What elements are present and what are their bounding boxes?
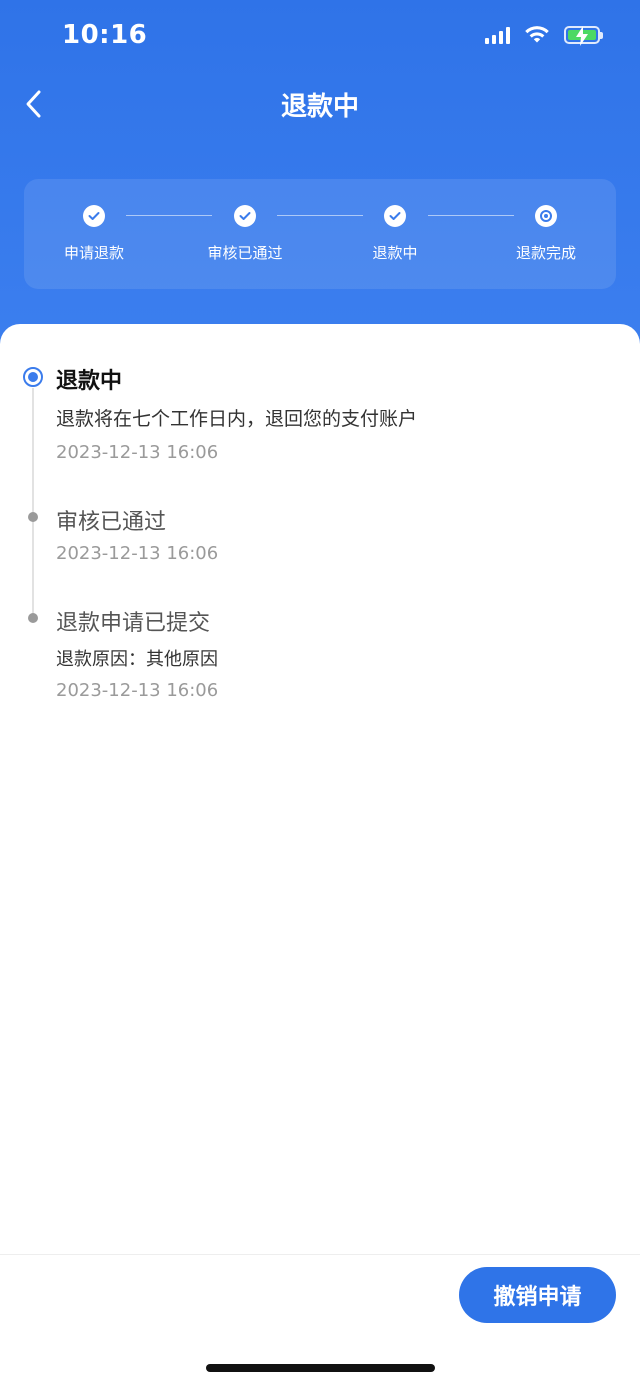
refund-progress-screen: 10:16 退款中 申请退款 审核已通过 退款中 退款完成 退款中 退款将在七个… bbox=[0, 0, 640, 1385]
check-icon bbox=[234, 205, 256, 227]
step-apply-refund: 申请退款 bbox=[24, 205, 164, 263]
timeline-title: 审核已通过 bbox=[56, 510, 167, 535]
timeline-description: 退款将在七个工作日内，退回您的支付账户 bbox=[56, 408, 418, 430]
battery-charging-icon bbox=[564, 26, 603, 46]
page-title: 退款中 bbox=[280, 92, 359, 122]
cellular-signal-icon bbox=[485, 26, 510, 44]
timeline-time: 2023-12-13 16:06 bbox=[56, 543, 219, 564]
timeline-description: 退款原因：其他原因 bbox=[56, 649, 218, 670]
cancel-application-button[interactable]: 撤销申请 bbox=[459, 1267, 616, 1323]
step-label: 审核已通过 bbox=[207, 244, 283, 262]
home-indicator bbox=[206, 1364, 435, 1372]
step-label: 退款完成 bbox=[515, 244, 576, 262]
status-icons bbox=[485, 24, 603, 46]
step-label: 退款中 bbox=[372, 244, 418, 262]
timeline-dot bbox=[28, 512, 38, 522]
step-refund-complete: 退款完成 bbox=[476, 205, 616, 263]
timeline-sheet bbox=[0, 324, 640, 1385]
refund-steps-card: 申请退款 审核已通过 退款中 退款完成 bbox=[24, 179, 616, 289]
timeline-title: 退款申请已提交 bbox=[56, 611, 211, 636]
current-step-icon bbox=[535, 205, 557, 227]
step-label: 申请退款 bbox=[63, 244, 124, 262]
timeline-title: 退款中 bbox=[56, 369, 123, 394]
timeline-time: 2023-12-13 16:06 bbox=[56, 442, 219, 463]
timeline-dot bbox=[28, 613, 38, 623]
timeline-line bbox=[32, 388, 34, 620]
check-icon bbox=[384, 205, 406, 227]
step-refunding: 退款中 bbox=[325, 205, 465, 263]
timeline-current-icon bbox=[23, 367, 43, 387]
wifi-icon bbox=[525, 26, 549, 43]
status-time: 10:16 bbox=[62, 20, 148, 50]
timeline-time: 2023-12-13 16:06 bbox=[56, 680, 219, 701]
step-review-passed: 审核已通过 bbox=[175, 205, 315, 263]
check-icon bbox=[83, 205, 105, 227]
